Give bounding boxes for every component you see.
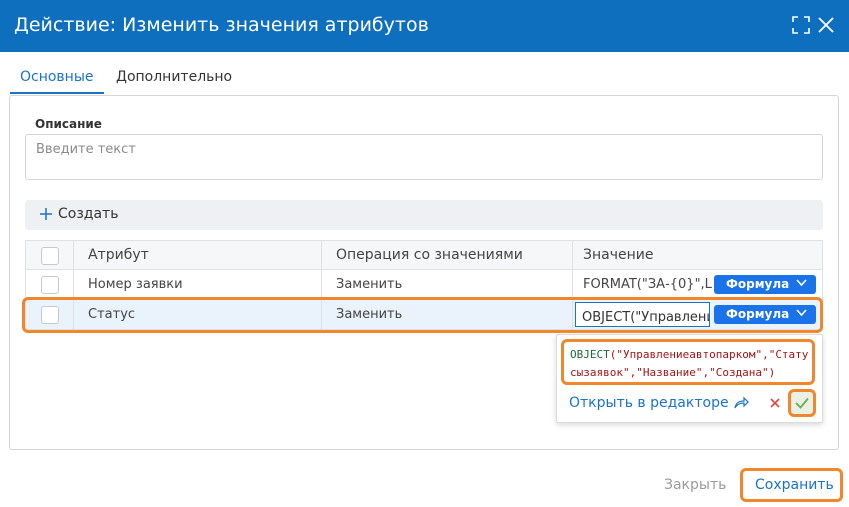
save-button[interactable]: Сохранить <box>755 477 834 493</box>
open-editor-label: Открыть в редакторе <box>569 395 729 411</box>
share-arrow-icon <box>733 396 749 409</box>
confirm-button[interactable] <box>791 392 813 414</box>
close-icon[interactable] <box>815 14 837 36</box>
dialog-title: Действие: Изменить значения атрибутов <box>14 14 429 36</box>
create-button[interactable]: Создать <box>39 206 118 222</box>
row-checkbox[interactable] <box>41 276 59 294</box>
description-label: Описание <box>35 117 102 131</box>
attribute-cell[interactable]: Номер заявки <box>73 270 321 300</box>
row-checkbox[interactable] <box>41 306 59 324</box>
value-cell[interactable]: FORMAT("ЗА-{0}",LIST Формула <box>572 270 823 300</box>
create-label: Создать <box>58 206 119 222</box>
plus-icon <box>40 208 52 220</box>
column-header-value[interactable]: Значение <box>572 241 823 271</box>
table-row[interactable]: Номер заявки Заменить FORMAT("ЗА-{0}",LI… <box>25 270 823 300</box>
chevron-down-icon <box>796 279 807 287</box>
formula-mode-button[interactable]: Формула <box>714 305 816 324</box>
operation-cell[interactable]: Заменить <box>321 300 572 330</box>
column-header-operation[interactable]: Операция со значениями <box>321 241 572 271</box>
operation-cell[interactable]: Заменить <box>321 270 572 300</box>
cancel-icon[interactable] <box>768 396 782 410</box>
table-row-selected[interactable]: Статус Заменить OBJECT("Управлени Формул… <box>25 300 823 330</box>
value-input[interactable]: OBJECT("Управлени <box>575 302 710 327</box>
grid-toolbar: Создать <box>25 200 823 230</box>
formula-mode-label: Формула <box>726 277 790 291</box>
column-header-attribute[interactable]: Атрибут <box>73 241 321 271</box>
formula-mode-button[interactable]: Формула <box>714 275 816 294</box>
table-header-row: Атрибут Операция со значениями Значение <box>25 240 823 271</box>
value-text: FORMAT("ЗА-{0}",LIST <box>583 277 713 292</box>
check-icon <box>795 397 809 409</box>
select-all-checkbox[interactable] <box>41 247 59 265</box>
close-button[interactable]: Закрыть <box>664 477 726 493</box>
value-cell[interactable]: OBJECT("Управлени Формула <box>572 300 823 330</box>
open-editor-link[interactable]: Открыть в редакторе <box>569 395 749 411</box>
tab-main[interactable]: Основные <box>10 64 104 94</box>
chevron-down-icon <box>796 309 807 317</box>
formula-mode-label: Формула <box>726 307 790 321</box>
expand-icon[interactable] <box>790 14 812 36</box>
formula-function: OBJECT <box>570 348 610 361</box>
description-input[interactable] <box>25 134 823 180</box>
tab-additional[interactable]: Дополнительно <box>106 64 242 94</box>
attribute-cell[interactable]: Статус <box>73 300 321 330</box>
dialog-header: Действие: Изменить значения атрибутов <box>0 0 849 52</box>
formula-text[interactable]: OBJECT("Управлениеавтопарком","Статусыза… <box>570 346 810 382</box>
